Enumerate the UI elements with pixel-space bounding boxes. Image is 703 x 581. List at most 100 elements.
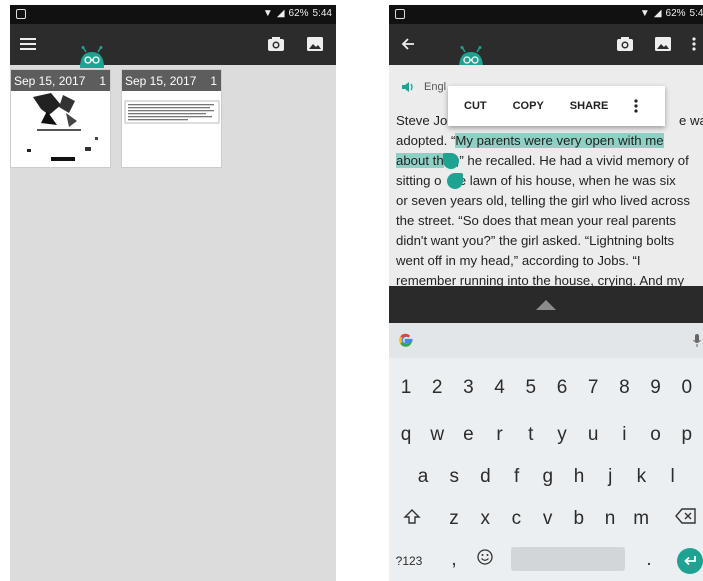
menu-icon[interactable]: [10, 28, 46, 60]
share-button[interactable]: SHARE: [570, 100, 609, 112]
shift-key[interactable]: [397, 508, 427, 532]
letter-key[interactable]: y: [547, 424, 577, 446]
google-g-icon[interactable]: [398, 332, 414, 348]
reader-screen: ▼ ◢ 62% 5:44: [389, 5, 703, 581]
letter-key[interactable]: h: [564, 466, 594, 488]
text-line: sitting o he lawn of his house, when he w…: [396, 173, 676, 188]
text-line: the street. “So does that mean your real…: [396, 213, 677, 228]
emoji-key[interactable]: [470, 549, 500, 571]
expand-up-icon[interactable]: [536, 299, 556, 310]
selected-text[interactable]: about th: [396, 153, 444, 168]
text-line: adopted. “My parents were very open with…: [396, 133, 664, 148]
letter-key[interactable]: m: [626, 508, 656, 530]
letter-key[interactable]: a: [408, 466, 438, 488]
letter-key[interactable]: b: [564, 508, 594, 530]
letter-key[interactable]: i: [609, 424, 639, 446]
language-selector[interactable]: Engl: [401, 81, 446, 93]
enter-arrow-icon: [684, 556, 696, 566]
number-key[interactable]: 5: [516, 377, 546, 399]
shift-icon: [403, 509, 421, 524]
letter-key[interactable]: j: [595, 466, 625, 488]
text-line: Steve Jo: [396, 113, 448, 128]
letter-key[interactable]: k: [626, 466, 656, 488]
document-thumbnail[interactable]: Sep 15, 2017 1: [10, 69, 111, 168]
status-bar: ▼ ◢ 62% 5:44: [389, 5, 703, 24]
selection-start-handle[interactable]: [443, 153, 459, 169]
thumbnail-preview: [122, 91, 221, 167]
letter-key[interactable]: n: [595, 508, 625, 530]
letter-key[interactable]: s: [439, 466, 469, 488]
battery-percent: 62%: [665, 8, 686, 19]
letter-key[interactable]: v: [533, 508, 563, 530]
number-key[interactable]: 4: [485, 377, 515, 399]
gallery-screen: ▼ ◢ 62% 5:44 Sep 15, 2017 1 Sep 15, 2017…: [10, 5, 336, 581]
selection-end-handle[interactable]: [447, 173, 463, 189]
letter-key[interactable]: q: [391, 424, 421, 446]
letter-key[interactable]: r: [485, 424, 515, 446]
keyboard: 1234567890 qwertyuiop asdfghjkl zxcvbnm ?12…: [389, 323, 703, 581]
number-key[interactable]: 7: [578, 377, 608, 399]
image-icon[interactable]: [651, 32, 675, 56]
selected-text[interactable]: My parents were very open with me: [455, 133, 664, 148]
enter-key[interactable]: [677, 548, 703, 574]
notification-icon: [395, 9, 405, 19]
image-icon[interactable]: [303, 32, 327, 56]
number-key[interactable]: 9: [641, 377, 671, 399]
letter-key[interactable]: g: [533, 466, 563, 488]
letter-key[interactable]: z: [439, 508, 469, 530]
microphone-icon[interactable]: [693, 334, 701, 347]
speaker-icon[interactable]: [401, 81, 414, 93]
text-selection-menu: CUT COPY SHARE: [448, 86, 665, 126]
letter-key[interactable]: x: [470, 508, 500, 530]
camera-icon[interactable]: [613, 32, 637, 56]
letter-key[interactable]: c: [501, 508, 531, 530]
letter-key[interactable]: u: [578, 424, 608, 446]
app-bar: [389, 24, 703, 68]
thumbnail-count: 1: [210, 73, 217, 88]
more-options-icon[interactable]: [634, 99, 638, 113]
text-line: remember running into the house, crying.…: [396, 273, 685, 287]
expand-bar[interactable]: [389, 286, 703, 323]
overflow-menu-icon[interactable]: [687, 32, 701, 56]
text-line: went off in my head,” according to Jobs.…: [396, 253, 641, 268]
comma-key[interactable]: ,: [439, 549, 469, 571]
number-key[interactable]: 8: [609, 377, 639, 399]
back-arrow-icon[interactable]: [393, 30, 423, 58]
letter-key[interactable]: l: [658, 466, 688, 488]
cut-button[interactable]: CUT: [464, 100, 487, 112]
app-bar: [10, 24, 336, 68]
letter-key[interactable]: d: [470, 466, 500, 488]
document-thumbnail[interactable]: Sep 15, 2017 1: [121, 69, 222, 168]
backspace-icon: [675, 508, 696, 524]
emoji-icon: [477, 549, 493, 565]
period-key[interactable]: .: [634, 549, 664, 571]
number-key[interactable]: 0: [672, 377, 702, 399]
thumbnail-count: 1: [99, 73, 106, 88]
text-line: didn't want you?” the girl asked. “Light…: [396, 233, 675, 248]
thumbnail-date: Sep 15, 2017: [14, 73, 86, 88]
camera-icon[interactable]: [264, 32, 288, 56]
signal-icon: ◢: [653, 8, 662, 19]
letter-key[interactable]: t: [516, 424, 546, 446]
number-key[interactable]: 3: [453, 377, 483, 399]
letter-key[interactable]: w: [422, 424, 452, 446]
app-logo-icon: [80, 46, 104, 68]
thumbnail-date: Sep 15, 2017: [125, 73, 197, 88]
space-bar[interactable]: [511, 547, 625, 571]
wifi-icon: ▼: [262, 8, 273, 19]
reader-text-area[interactable]: Engl Steve Jo e was adopted. “My parents…: [389, 65, 703, 287]
letter-key[interactable]: e: [453, 424, 483, 446]
number-key[interactable]: 2: [422, 377, 452, 399]
language-label: Engl: [424, 81, 447, 93]
letter-key[interactable]: p: [672, 424, 702, 446]
letter-key[interactable]: f: [502, 466, 532, 488]
suggestion-bar: [389, 323, 703, 358]
thumbnail-preview: [11, 91, 110, 167]
number-key[interactable]: 1: [391, 377, 421, 399]
symbols-key[interactable]: ?123: [391, 554, 427, 568]
wifi-icon: ▼: [639, 8, 650, 19]
backspace-key[interactable]: [671, 508, 701, 530]
number-key[interactable]: 6: [547, 377, 577, 399]
copy-button[interactable]: COPY: [513, 100, 544, 112]
letter-key[interactable]: o: [641, 424, 671, 446]
